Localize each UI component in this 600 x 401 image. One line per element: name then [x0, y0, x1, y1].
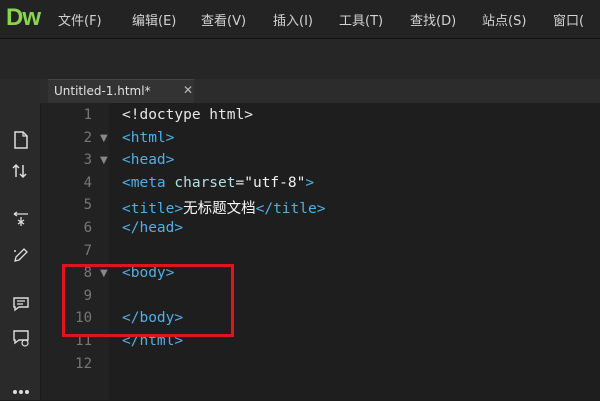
code-token: </head>: [122, 220, 184, 236]
menu-window[interactable]: 窗口(: [553, 10, 584, 29]
menu-file[interactable]: 文件(F): [58, 10, 102, 29]
toolbar-area: [0, 39, 600, 79]
fold-arrow-icon[interactable]: ▼: [100, 155, 108, 166]
menu-site[interactable]: 站点(S): [482, 10, 526, 29]
code-token: >: [305, 174, 315, 191]
code-editor[interactable]: [41, 103, 600, 400]
code-text: <head>: [122, 152, 174, 168]
menu-edit[interactable]: 编辑(E): [132, 10, 176, 29]
line-number: 7: [83, 242, 92, 259]
code-token: <!doctype html>: [122, 107, 253, 123]
document-tab-bar: Untitled-1.html* ✕: [40, 79, 600, 104]
left-toolbar: [0, 79, 41, 400]
code-token: </title>: [255, 201, 326, 218]
line-number: 5: [83, 197, 92, 214]
line-number: 6: [83, 220, 92, 236]
line-number: 12: [75, 355, 92, 372]
code-token: "utf-8": [244, 174, 306, 191]
pen-icon[interactable]: [10, 247, 32, 269]
highlight-box: [62, 264, 234, 337]
code-token: charset: [174, 174, 236, 191]
more-icon[interactable]: [10, 379, 32, 401]
line-number: 4: [83, 174, 92, 191]
code-text: <meta charset="utf-8">: [122, 175, 314, 191]
code-text: <title>无标题文档</title>: [122, 197, 325, 218]
line-number: 3: [83, 152, 92, 169]
sort-icon[interactable]: [10, 163, 32, 185]
code-text: </head>: [122, 220, 183, 236]
menu-view[interactable]: 查看(V): [201, 10, 246, 29]
wand-icon[interactable]: [10, 211, 32, 233]
fold-arrow-icon[interactable]: ▼: [100, 133, 108, 144]
code-token: <head>: [122, 152, 175, 169]
code-token: 无标题文档: [183, 201, 256, 218]
code-token: <html>: [122, 129, 175, 146]
code-text: <!doctype html>: [122, 107, 253, 123]
close-icon[interactable]: ✕: [183, 83, 193, 97]
comment-icon[interactable]: [10, 296, 32, 318]
document-tab[interactable]: Untitled-1.html* ✕: [48, 79, 194, 104]
line-number: 1: [83, 107, 92, 123]
app-logo: Dw: [6, 4, 41, 31]
file-icon[interactable]: [10, 131, 32, 153]
code-token: <meta: [122, 174, 175, 191]
menu-find[interactable]: 查找(D): [410, 10, 456, 29]
line-number: 2: [83, 129, 92, 146]
code-token: <title>: [122, 201, 184, 218]
document-tab-label: Untitled-1.html*: [54, 84, 151, 98]
menu-tools[interactable]: 工具(T): [339, 10, 383, 29]
comment-edit-icon[interactable]: [10, 329, 32, 351]
code-text: <html>: [122, 130, 174, 146]
menu-bar: Dw 文件(F) 编辑(E) 查看(V) 插入(I) 工具(T) 查找(D) 站…: [0, 0, 600, 39]
menu-insert[interactable]: 插入(I): [273, 10, 313, 29]
code-token: =: [235, 174, 245, 191]
